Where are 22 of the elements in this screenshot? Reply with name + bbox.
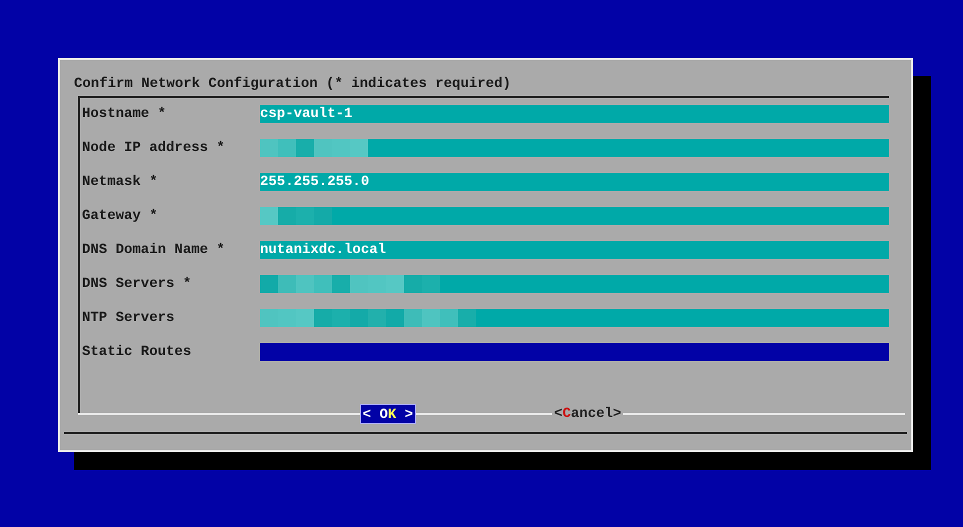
input-field[interactable]: [260, 139, 889, 157]
input-field[interactable]: csp-vault-1: [260, 105, 889, 123]
field-label: NTP Servers: [81, 308, 176, 328]
dialog-button[interactable]: < OK >: [360, 404, 416, 424]
field-label: Netmask *: [81, 172, 159, 192]
field-label: DNS Domain Name *: [81, 240, 226, 260]
input-field[interactable]: nutanixdc.local: [260, 241, 889, 259]
input-field[interactable]: [260, 207, 889, 225]
dialog-title: Confirm Network Configuration (* indicates required): [74, 76, 511, 92]
field-value: nutanixdc.local: [260, 241, 386, 259]
field-label: Static Routes: [81, 342, 192, 362]
field-label: Node IP address *: [81, 138, 226, 158]
field-label: DNS Servers *: [81, 274, 192, 294]
input-field[interactable]: [260, 309, 889, 327]
pixelated-value-drawing: [260, 207, 332, 225]
field-label: Gateway *: [81, 206, 159, 226]
field-value: 255.255.255.0: [260, 173, 370, 191]
input-field[interactable]: [260, 275, 889, 293]
input-field[interactable]: 255.255.255.0: [260, 173, 889, 191]
input-field[interactable]: [260, 343, 889, 361]
field-value: csp-vault-1: [260, 105, 352, 123]
field-label: Hostname *: [81, 104, 168, 124]
